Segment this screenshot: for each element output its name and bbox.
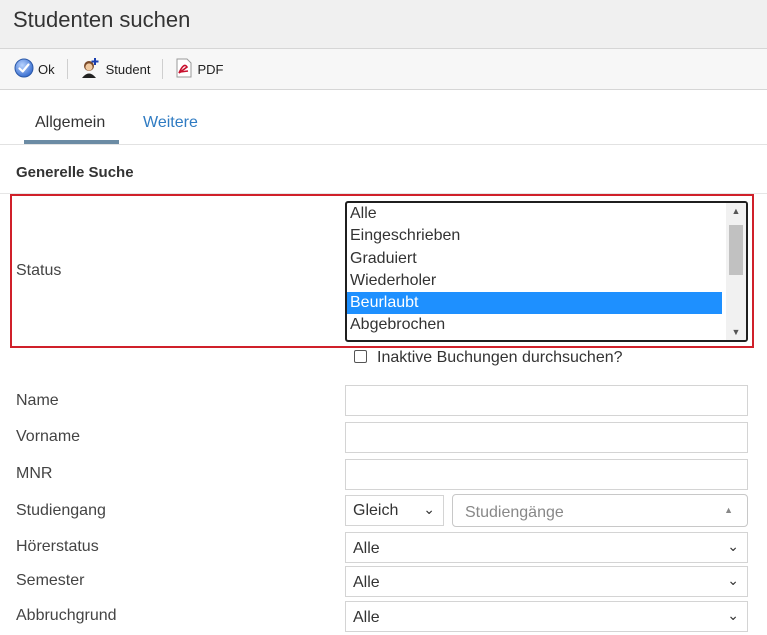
inactive-bookings-checkbox[interactable] <box>354 349 367 363</box>
window-titlebar: Studenten suchen <box>0 0 767 49</box>
scroll-up-icon[interactable]: ▲ <box>726 203 746 219</box>
vorname-input[interactable] <box>345 422 748 453</box>
name-label: Name <box>16 392 59 409</box>
scroll-down-icon[interactable]: ▼ <box>726 324 746 340</box>
status-option[interactable]: Abgebrochen <box>347 314 722 336</box>
hoererstatus-value: Alle <box>353 540 380 557</box>
pdf-button[interactable]: PDF <box>175 57 223 81</box>
status-option[interactable]: Alle <box>347 203 722 225</box>
abbruchgrund-label: Abbruchgrund <box>16 607 117 624</box>
ok-button[interactable]: Ok <box>14 57 55 81</box>
name-input[interactable] <box>345 385 748 416</box>
pdf-label: PDF <box>197 61 224 77</box>
inactive-bookings-label: Inaktive Buchungen durchsuchen? <box>377 349 623 366</box>
chevron-down-icon: ⌄ <box>423 501 435 517</box>
active-tab-indicator <box>24 140 119 144</box>
status-option[interactable]: Graduiert <box>347 248 722 270</box>
inactive-bookings-row[interactable]: Inaktive Buchungen durchsuchen? <box>354 349 623 367</box>
caret-up-icon: ▲ <box>724 505 733 515</box>
add-student-button[interactable]: Student <box>80 57 151 82</box>
studiengang-label: Studiengang <box>16 502 106 519</box>
ok-label: Ok <box>38 61 55 77</box>
status-label: Status <box>16 262 62 279</box>
tab-weitere[interactable]: Weitere <box>143 114 198 132</box>
status-option-selected[interactable]: Beurlaubt <box>347 292 722 315</box>
chevron-down-icon: ⌄ <box>727 538 739 554</box>
status-option[interactable]: Wiederholer <box>347 270 722 292</box>
checkmark-icon <box>14 58 34 81</box>
pdf-icon <box>175 58 193 81</box>
status-listbox[interactable]: Alle Eingeschrieben Graduiert Wiederhole… <box>345 201 748 342</box>
hoererstatus-label: Hörerstatus <box>16 538 99 555</box>
studiengaenge-placeholder: Studiengänge <box>465 504 564 521</box>
semester-select[interactable]: Alle ⌄ <box>345 566 748 597</box>
toolbar: Ok Student PDF <box>0 49 767 90</box>
studiengaenge-multiselect[interactable]: Studiengänge ▲ <box>452 494 748 527</box>
add-student-icon <box>80 57 102 82</box>
section-title: Generelle Suche <box>16 164 134 181</box>
toolbar-divider <box>162 59 164 79</box>
mnr-label: MNR <box>16 465 53 482</box>
mnr-input[interactable] <box>345 459 748 490</box>
student-label: Student <box>105 61 151 77</box>
tab-bar: Allgemein Weitere <box>0 91 767 145</box>
scrollbar-thumb[interactable] <box>729 225 743 275</box>
abbruchgrund-value: Alle <box>353 609 380 626</box>
status-option[interactable]: Eingeschrieben <box>347 225 722 247</box>
studiengang-operator-select[interactable]: Gleich ⌄ <box>345 495 444 526</box>
chevron-down-icon: ⌄ <box>727 607 739 623</box>
chevron-down-icon: ⌄ <box>727 572 739 588</box>
vorname-label: Vorname <box>16 428 81 445</box>
window-title: Studenten suchen <box>13 7 191 32</box>
semester-label: Semester <box>16 572 85 589</box>
semester-value: Alle <box>353 574 380 591</box>
abbruchgrund-select[interactable]: Alle ⌄ <box>345 601 748 632</box>
studiengang-operator-value: Gleich <box>353 502 399 519</box>
tab-allgemein[interactable]: Allgemein <box>35 114 105 132</box>
listbox-scrollbar[interactable]: ▲ ▼ <box>726 203 746 340</box>
hoererstatus-select[interactable]: Alle ⌄ <box>345 532 748 563</box>
toolbar-divider <box>66 59 68 79</box>
